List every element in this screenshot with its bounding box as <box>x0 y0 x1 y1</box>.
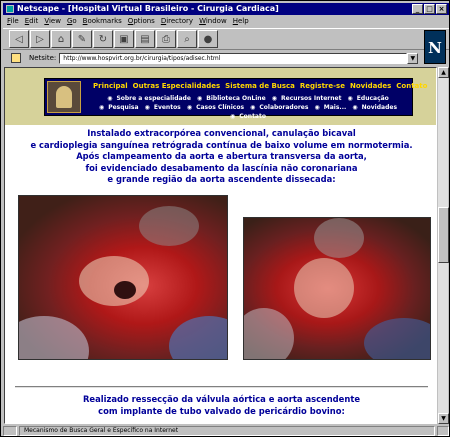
open-icon[interactable]: ▤ <box>135 30 155 48</box>
subnav-contato[interactable]: Contato <box>239 113 266 120</box>
text-line: foi evidenciado desabamento da lascínia … <box>85 162 358 173</box>
url-input[interactable]: http://www.hospvirt.org.br/cirurgia/tipo… <box>59 52 408 64</box>
sub-nav: ◉ Sobre a especialidade ◉ Biblioteca OnLin… <box>85 94 411 121</box>
bullet-icon: ◉ <box>347 95 353 102</box>
toolbar: ◁ ▷ ⌂ ✎ ↻ ▣ ▤ ⎙ ⌕ ● <box>3 28 449 50</box>
menu-window[interactable]: Window <box>199 16 227 27</box>
location-bar: Netsite: http://www.hospvirt.org.br/ciru… <box>3 51 423 65</box>
bookmark-icon[interactable] <box>11 53 21 63</box>
home-icon[interactable]: ⌂ <box>51 30 71 48</box>
url-dropdown-icon[interactable]: ▼ <box>407 52 419 64</box>
text-line: com implante de tubo valvado de pericárd… <box>98 405 345 416</box>
photo-detail <box>244 308 294 359</box>
bullet-icon: ◉ <box>250 104 256 111</box>
procedure-description: Instalado extracorpórea convencional, ca… <box>5 128 436 186</box>
window-title: Netscape - [Hospital Virtual Brasileiro … <box>17 4 279 13</box>
bullet-icon: ◉ <box>314 104 320 111</box>
menu-view[interactable]: View <box>44 16 61 27</box>
text-line: Realizado ressecção da válvula aórtica e… <box>82 394 361 404</box>
status-text: Mecanismo de Busca Geral e Específico na… <box>19 425 435 436</box>
location-label: Netsite: <box>29 54 57 62</box>
text-line: e cardioplegia sanguínea retrógrada cont… <box>30 139 413 150</box>
bullet-icon: ◉ <box>352 104 358 111</box>
netscape-app-icon <box>6 5 14 13</box>
mail-icon[interactable] <box>437 425 449 436</box>
bullet-icon: ◉ <box>271 95 277 102</box>
scroll-thumb[interactable] <box>438 207 449 263</box>
menu-file[interactable]: File <box>7 16 19 27</box>
photo-detail <box>139 206 199 246</box>
subnav-casos[interactable]: Casos Clínicos <box>196 104 244 111</box>
subnav-novidades[interactable]: Novidades <box>362 104 397 111</box>
photo-detail <box>114 281 136 299</box>
netscape-logo-icon: N <box>424 30 446 64</box>
vertical-scrollbar[interactable]: ▲ ▼ <box>437 67 449 424</box>
nav-contato[interactable]: Contato <box>396 82 427 90</box>
menu-go[interactable]: Go <box>67 16 77 27</box>
page-viewport: Principal Outras Especialidades Sistema … <box>4 67 437 424</box>
photo-detail <box>19 316 89 359</box>
browser-window: Netscape - [Hospital Virtual Brasileiro … <box>0 0 450 437</box>
photo-detail <box>294 258 354 318</box>
scroll-down-icon[interactable]: ▼ <box>438 413 449 424</box>
images-icon[interactable]: ▣ <box>114 30 134 48</box>
security-key-icon <box>3 425 17 436</box>
title-bar: Netscape - [Hospital Virtual Brasileiro … <box>3 3 449 15</box>
subnav-mais[interactable]: Mais... <box>324 104 347 111</box>
menu-edit[interactable]: Edit <box>25 16 39 27</box>
procedure-description-2: Realizado ressecção da válvula aórtica e… <box>5 394 436 417</box>
menu-help[interactable]: Help <box>233 16 249 27</box>
text-line: e grande região da aorta ascendente diss… <box>107 174 336 184</box>
menu-bookmarks[interactable]: Bookmarks <box>83 16 122 27</box>
edit-icon[interactable]: ✎ <box>72 30 92 48</box>
section-divider <box>15 386 428 388</box>
subnav-educacao[interactable]: Educação <box>357 95 389 102</box>
photo-detail <box>169 316 227 359</box>
nav-novidades[interactable]: Novidades <box>350 82 391 90</box>
subnav-eventos[interactable]: Eventos <box>154 104 181 111</box>
bullet-icon: ◉ <box>197 95 203 102</box>
surgical-photo-2 <box>243 217 431 360</box>
bullet-icon: ◉ <box>98 104 105 111</box>
subnav-biblioteca[interactable]: Biblioteca OnLine <box>206 95 265 102</box>
text-line: Após clampeamento da aorta e abertura tr… <box>76 151 367 161</box>
close-button[interactable]: × <box>436 4 447 14</box>
nav-outras-especialidades[interactable]: Outras Especialidades <box>133 82 221 90</box>
bullet-icon: ◉ <box>186 104 193 111</box>
subnav-colaboradores[interactable]: Colaboradores <box>259 104 308 111</box>
bullet-icon: ◉ <box>144 104 150 111</box>
stop-icon[interactable]: ● <box>198 30 218 48</box>
print-icon[interactable]: ⎙ <box>156 30 176 48</box>
find-icon[interactable]: ⌕ <box>177 30 197 48</box>
menu-directory[interactable]: Directory <box>161 16 193 27</box>
site-navigation: Principal Outras Especialidades Sistema … <box>44 78 427 120</box>
status-bar: Mecanismo de Busca Geral e Específico na… <box>3 425 449 436</box>
subnav-recursos[interactable]: Recursos Internet <box>281 95 341 102</box>
surgical-photo-1 <box>18 195 228 360</box>
subnav-pesquisa[interactable]: Pesquisa <box>108 104 138 111</box>
page-header: Principal Outras Especialidades Sistema … <box>5 68 436 125</box>
subnav-sobre[interactable]: Sobre a especialidade <box>116 95 190 102</box>
bullet-icon: ◉ <box>107 95 113 102</box>
menu-options[interactable]: Options <box>128 16 155 27</box>
text-line: Instalado extracorpórea convencional, ca… <box>87 128 356 138</box>
hospital-logo <box>47 81 81 113</box>
forward-icon[interactable]: ▷ <box>30 30 50 48</box>
photo-detail <box>364 318 430 359</box>
nav-principal[interactable]: Principal <box>93 82 128 90</box>
photo-detail <box>314 218 364 258</box>
nav-registre-se[interactable]: Registre-se <box>300 82 345 90</box>
bullet-icon: ◉ <box>230 113 236 120</box>
scroll-up-icon[interactable]: ▲ <box>438 67 449 78</box>
minimize-button[interactable]: _ <box>412 4 423 14</box>
main-nav: Principal Outras Especialidades Sistema … <box>93 82 427 90</box>
photo-detail <box>79 256 149 306</box>
nav-sistema-de-busca[interactable]: Sistema de Busca <box>225 82 295 90</box>
maximize-button[interactable]: □ <box>424 4 435 14</box>
reload-icon[interactable]: ↻ <box>93 30 113 48</box>
menu-bar: File Edit View Go Bookmarks Options Dire… <box>3 16 449 27</box>
back-icon[interactable]: ◁ <box>9 30 29 48</box>
